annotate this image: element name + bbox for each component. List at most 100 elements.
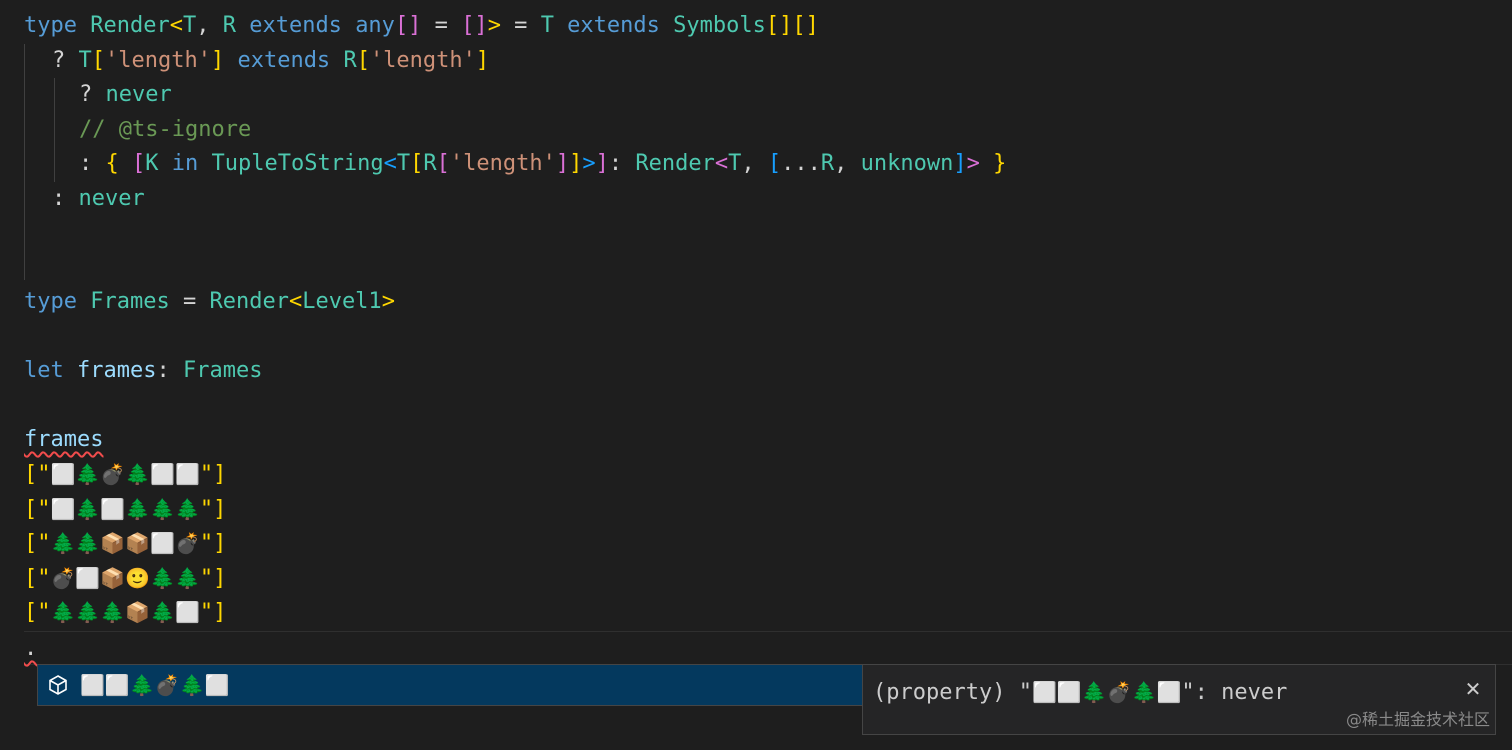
details-suffix: ": never	[1181, 680, 1288, 705]
type-param: T	[728, 151, 742, 176]
punct: ,	[834, 151, 861, 176]
variable-reference[interactable]: frames	[24, 427, 103, 452]
suggest-label: ⬜⬜🌲💣🌲⬜	[80, 673, 230, 697]
operator: :	[156, 358, 183, 383]
code-line: ? T['length'] extends R['length']	[52, 44, 489, 78]
code-line: type Frames = Render<Level1>	[24, 285, 395, 319]
property-cube-icon	[46, 673, 70, 697]
operator: ...	[781, 151, 821, 176]
type-name: Symbols	[673, 13, 766, 38]
frame-row: ["⬜🌲💣🌲⬜⬜"]	[24, 457, 226, 491]
operator: =	[500, 13, 541, 38]
suggest-widget: ⬜⬜🌲💣🌲⬜	[37, 664, 864, 706]
watermark: @稀土掘金技术社区	[1345, 710, 1490, 729]
bracket: ]	[953, 151, 967, 176]
angle-bracket: >	[966, 151, 980, 176]
type-param: T	[540, 13, 554, 38]
operator: =	[421, 13, 462, 38]
string-literal: 'length'	[449, 151, 556, 176]
type-name: TupleToString	[211, 151, 384, 176]
cursor-dot[interactable]: .	[24, 636, 37, 661]
type-name: Frames	[182, 358, 263, 383]
type-param: T	[78, 48, 92, 73]
string-literal: 'length'	[369, 48, 476, 73]
angle-bracket: >	[381, 289, 395, 314]
bracket: [	[410, 151, 424, 176]
keyword-extends: extends	[224, 48, 344, 73]
code-line: ? never	[79, 78, 172, 112]
bracket: [	[767, 151, 782, 176]
frame-emoji: 💣⬜📦🙂🌲🌲	[50, 565, 200, 590]
current-line-highlight	[24, 631, 1512, 665]
operator: :	[52, 186, 79, 211]
frame-open: ["	[24, 600, 51, 625]
bracket: []	[394, 13, 422, 38]
code-line: : never	[52, 182, 145, 216]
frame-row: ["💣⬜📦🙂🌲🌲"]	[24, 561, 226, 595]
frame-close: "]	[199, 565, 227, 591]
details-emoji: ⬜⬜🌲💣🌲⬜	[1031, 680, 1182, 704]
keyword-type: type	[24, 289, 77, 314]
code-line: type Render<T, R extends any[] = []> = T…	[24, 9, 819, 43]
keyword-any: any	[355, 13, 395, 38]
code-line: frames	[24, 423, 103, 457]
code-line: // @ts-ignore	[79, 113, 251, 147]
type-param: K	[145, 151, 159, 176]
code-line: let frames: Frames	[24, 354, 262, 388]
bracket: [	[132, 151, 146, 176]
code-editor[interactable]: type Render<T, R extends any[] = []> = T…	[0, 0, 1512, 750]
frame-emoji: 🌲🌲🌲📦🌲⬜	[50, 600, 200, 624]
keyword-extends: extends	[553, 13, 674, 38]
operator: :	[79, 151, 106, 176]
frame-row: ["🌲🌲🌲📦🌲⬜"]	[24, 595, 226, 629]
frame-emoji: ⬜🌲⬜🌲🌲🌲	[50, 496, 200, 521]
frame-close: "]	[199, 600, 227, 625]
frame-open: ["	[24, 496, 51, 522]
type-name: Render	[90, 13, 170, 38]
bracket: [	[91, 48, 105, 73]
details-prefix: (property) "	[873, 680, 1032, 705]
indent-guide	[24, 44, 25, 280]
bracket: ]	[555, 151, 570, 176]
frame-open: ["	[24, 462, 51, 487]
variable-name: frames	[77, 358, 157, 383]
type-name: Render	[635, 151, 715, 176]
details-signature: (property) "⬜⬜🌲💣🌲⬜": never	[873, 675, 1287, 710]
keyword-in: in	[158, 151, 212, 176]
keyword-type: type	[24, 13, 77, 38]
type-param: R	[423, 151, 437, 176]
type-name: Level1	[302, 289, 382, 314]
frame-row: ["⬜🌲⬜🌲🌲🌲"]	[24, 492, 226, 526]
bracket: ]	[475, 48, 490, 73]
type-param: R	[343, 48, 357, 73]
keyword-never: never	[105, 82, 172, 107]
keyword-never: never	[78, 186, 145, 211]
indent-guide	[54, 78, 55, 182]
frame-emoji: ⬜🌲💣🌲⬜⬜	[50, 462, 200, 486]
brace: }	[993, 151, 1007, 176]
bracket: [	[436, 151, 450, 176]
bracket: ]	[210, 48, 225, 73]
angle-bracket: <	[288, 289, 303, 314]
frame-close: "]	[199, 496, 227, 522]
brace: {	[105, 151, 119, 176]
type-param: T	[396, 151, 411, 176]
bracket: ]	[569, 151, 583, 176]
type-param: R	[820, 151, 835, 176]
keyword-extends: extends	[235, 13, 356, 38]
punct: ,	[196, 13, 223, 38]
code-line: : { [K in TupleToString<T[R['length']]>]…	[79, 147, 1006, 181]
frame-emoji: 🌲🌲📦📦⬜💣	[50, 531, 200, 555]
type-param: T	[182, 13, 197, 38]
angle-bracket: >	[487, 13, 501, 38]
frame-open: ["	[24, 531, 51, 556]
angle-bracket: <	[169, 13, 183, 38]
keyword-let: let	[24, 358, 64, 383]
frame-close: "]	[199, 531, 227, 556]
type-name: Render	[209, 289, 289, 314]
suggest-item[interactable]: ⬜⬜🌲💣🌲⬜	[38, 665, 863, 705]
bracket: [][]	[765, 13, 819, 38]
operator: ?	[79, 82, 106, 107]
close-icon[interactable]: ✕	[1463, 679, 1483, 699]
